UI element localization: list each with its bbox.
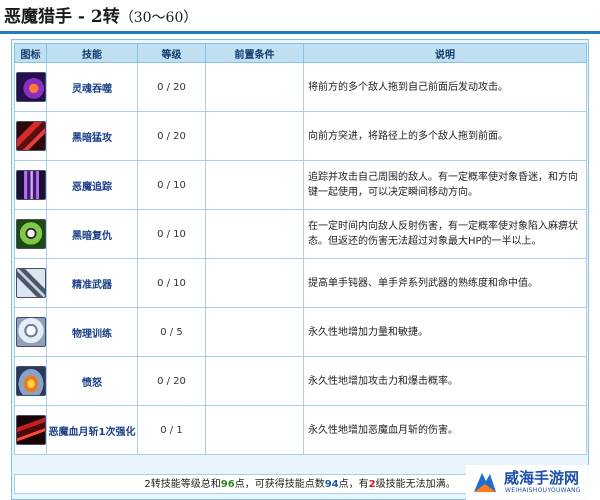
precise-weapon-skill-icon[interactable] [15, 268, 46, 298]
page-title-text: 恶魔猎手 - 2转 [4, 7, 120, 27]
table-row: 恶魔血月斩1次强化 0 / 1 永久性地增加恶魔血月斩的伤害。 [14, 405, 587, 455]
dark-charge-skill-icon[interactable] [15, 121, 46, 151]
header-description: 说明 [303, 43, 587, 63]
skill-prerequisite [205, 258, 304, 308]
summary-text-3: 点，有 [338, 479, 369, 490]
skill-prerequisite [205, 62, 304, 112]
skill-level: 0 / 20 [137, 356, 206, 406]
header-level: 等级 [137, 43, 206, 63]
skill-name: 恶魔血月斩1次强化 [46, 405, 138, 455]
skill-level: 0 / 10 [137, 160, 206, 210]
header-prerequisite: 前置条件 [205, 43, 304, 63]
title-divider [0, 31, 600, 34]
skill-name: 黑暗猛攻 [46, 111, 138, 161]
skill-name: 恶魔追踪 [46, 160, 138, 210]
table-row: 愤怒 0 / 20 永久性地增加攻击力和爆击概率。 [14, 356, 587, 406]
skill-prerequisite [205, 307, 304, 357]
watermark-name: 威海手游网 [504, 469, 580, 487]
page-title: 恶魔猎手 - 2转（30～60） [4, 4, 197, 30]
available-skill-points: 94 [324, 479, 339, 490]
skill-description: 将前方的多个敌人拖到自己前面后发动攻击。 [303, 62, 587, 112]
header-icon: 图标 [14, 43, 47, 63]
skill-level: 0 / 1 [137, 405, 206, 455]
skill-description: 在一定时间内向敌人反射伤害，有一定概率使对象陷入麻痹状态。但返还的伤害无法超过对… [303, 209, 587, 259]
level-range: （30～60） [119, 10, 198, 26]
table-row: 灵魂吞噬 0 / 20 将前方的多个敌人拖到自己前面后发动攻击。 [14, 62, 587, 112]
skill-level: 0 / 20 [137, 62, 206, 112]
table-row: 物理训练 0 / 5 永久性地增加力量和敏捷。 [14, 307, 587, 357]
summary-text-4: 级技能无法加满。 [375, 479, 456, 490]
skills-table: 图标 技能 等级 前置条件 说明 灵魂吞噬 0 / 20 将前方的多个敌人拖到自… [14, 43, 587, 455]
skill-prerequisite [205, 356, 304, 406]
table-header-row: 图标 技能 等级 前置条件 说明 [14, 43, 587, 63]
skill-name: 黑暗复仇 [46, 209, 138, 259]
skill-level: 0 / 10 [137, 258, 206, 308]
skill-description: 提高单手钝器、单手斧系列武器的熟练度和命中值。 [303, 258, 587, 308]
site-watermark: 威海手游网 WEIHAISHOUYOUWANG [466, 465, 600, 500]
locked-skill-count: 2 [368, 479, 376, 490]
skill-description: 追踪并攻击自己周围的敌人。有一定概率使对象昏迷，和方向键一起使用，可以决定瞬间移… [303, 160, 587, 210]
skill-prerequisite [205, 209, 304, 259]
fury-skill-icon[interactable] [15, 366, 46, 396]
table-row: 精准武器 0 / 10 提高单手钝器、单手斧系列武器的熟练度和命中值。 [14, 258, 587, 308]
summary-text-2: 点，可获得技能点数 [234, 479, 325, 490]
dark-revenge-skill-icon[interactable] [15, 219, 46, 249]
skill-description: 永久性地增加恶魔血月斩的伤害。 [303, 405, 587, 455]
skill-level: 0 / 5 [137, 307, 206, 357]
summary-text-1: 2转技能等级总和 [144, 479, 221, 490]
skill-name: 物理训练 [46, 307, 138, 357]
skill-description: 向前方突进，将路径上的多个敌人拖到前面。 [303, 111, 587, 161]
total-level-points: 96 [220, 479, 235, 490]
skill-description: 永久性地增加力量和敏捷。 [303, 307, 587, 357]
soul-devour-skill-icon[interactable] [15, 72, 46, 102]
table-row: 黑暗猛攻 0 / 20 向前方突进，将路径上的多个敌人拖到前面。 [14, 111, 587, 161]
skill-prerequisite [205, 160, 304, 210]
skill-prerequisite [205, 111, 304, 161]
skill-level: 0 / 20 [137, 111, 206, 161]
watermark-subtitle: WEIHAISHOUYOUWANG [505, 487, 581, 494]
skill-name: 精准武器 [46, 258, 138, 308]
skill-level: 0 / 10 [137, 209, 206, 259]
table-row: 黑暗复仇 0 / 10 在一定时间内向敌人反射伤害，有一定概率使对象陷入麻痹状态… [14, 209, 587, 259]
skill-description: 永久性地增加攻击力和爆击概率。 [303, 356, 587, 406]
watermark-logo-icon [474, 473, 496, 492]
skill-name: 愤怒 [46, 356, 138, 406]
header-skill: 技能 [46, 43, 138, 63]
physical-training-skill-icon[interactable] [15, 317, 46, 347]
table-row: 恶魔追踪 0 / 10 追踪并攻击自己周围的敌人。有一定概率使对象昏迷，和方向键… [14, 160, 587, 210]
demon-pursuit-skill-icon[interactable] [15, 170, 46, 200]
skill-name: 灵魂吞噬 [46, 62, 138, 112]
demon-blood-moon-skill-icon[interactable] [15, 415, 46, 445]
skill-prerequisite [205, 405, 304, 455]
